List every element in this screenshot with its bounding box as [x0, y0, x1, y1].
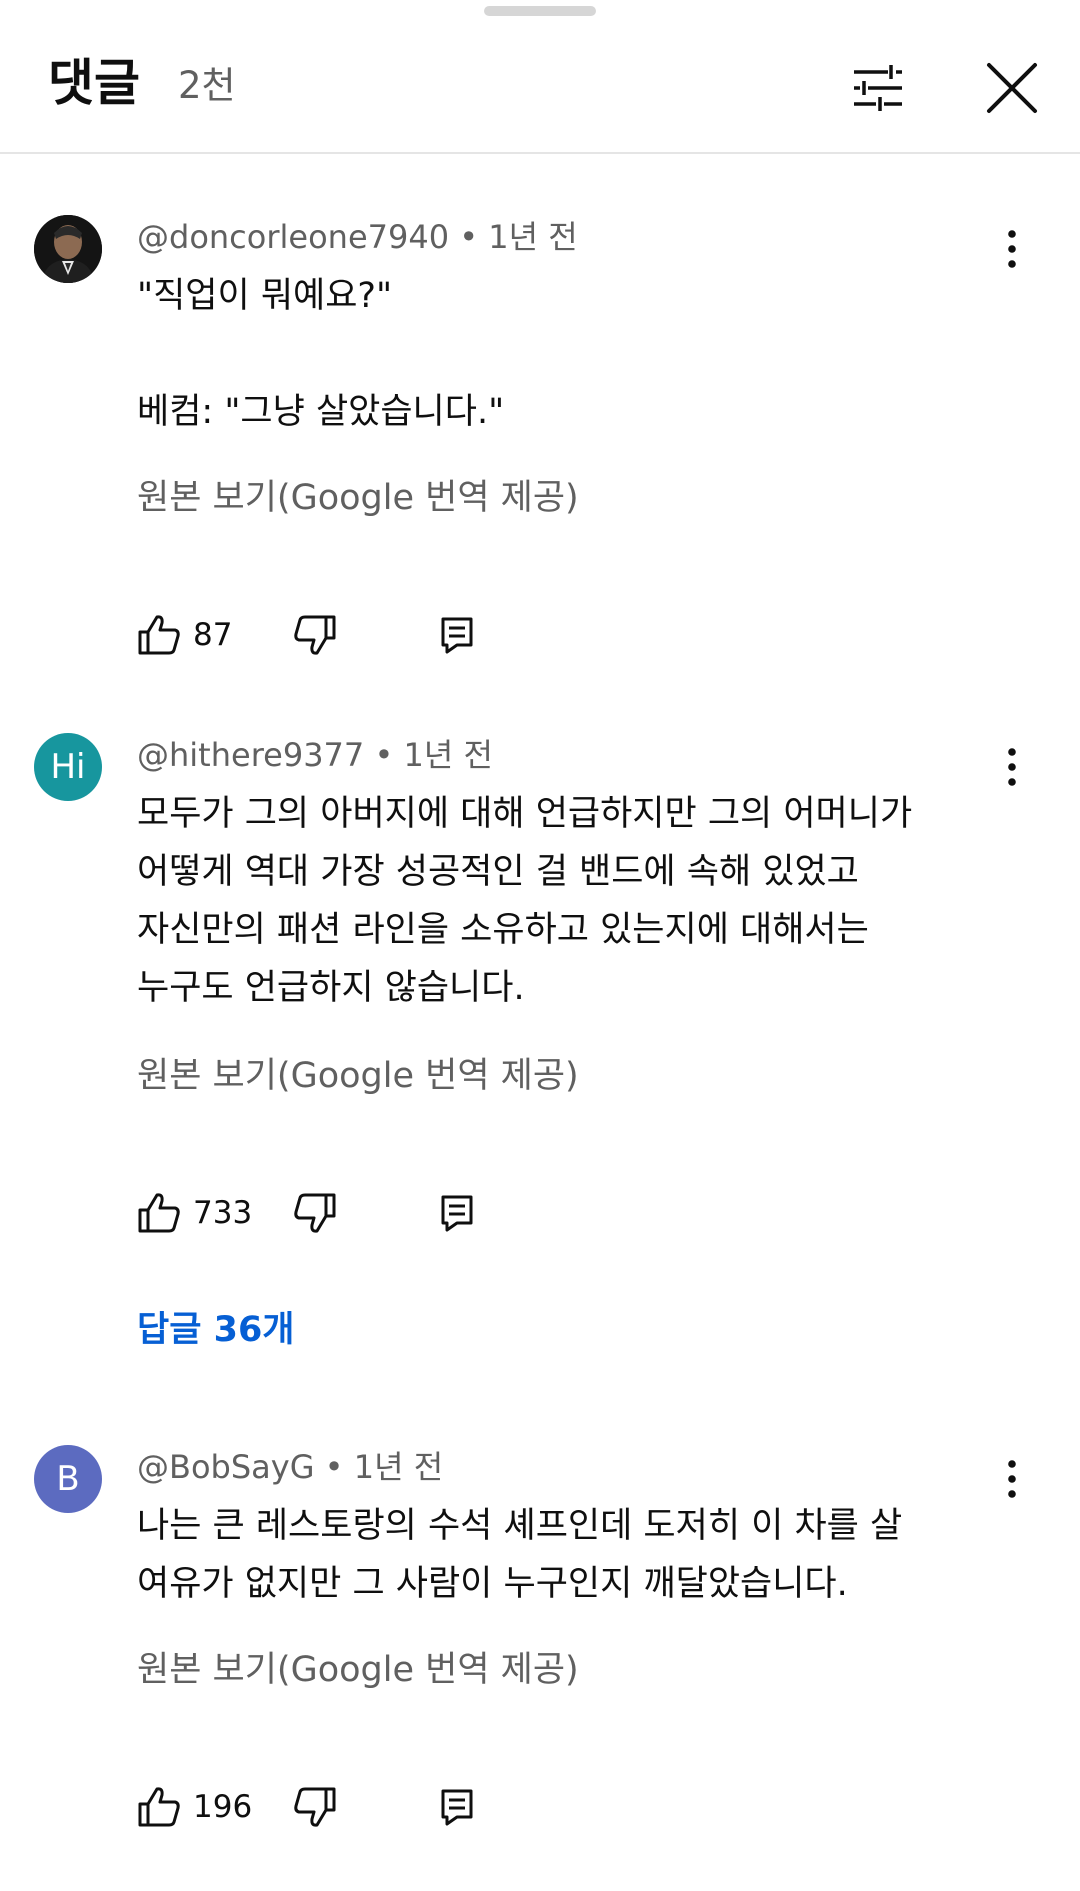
like-count: 733: [193, 1195, 253, 1231]
thumbs-up-icon: [138, 615, 180, 655]
close-button[interactable]: [974, 50, 1050, 126]
dislike-button[interactable]: [293, 607, 341, 663]
comment-actions: 196: [137, 1779, 537, 1835]
sliders-icon: [854, 65, 902, 111]
more-vert-icon: [1008, 230, 1016, 268]
reply-icon: [441, 617, 473, 654]
reply-icon: [441, 1195, 473, 1232]
reply-button[interactable]: [439, 1779, 487, 1835]
dislike-button[interactable]: [293, 1779, 341, 1835]
author-name[interactable]: @BobSayG: [137, 1448, 315, 1486]
show-original-link[interactable]: 원본 보기(Google 번역 제공): [137, 1645, 579, 1695]
close-icon: [987, 63, 1037, 113]
avatar-photo-icon: [34, 215, 102, 283]
comment-line: 베컴: "그냥 살았습니다.": [137, 392, 505, 432]
comment-meta: @hithere9377 • 1년 전: [137, 733, 493, 777]
show-original-link[interactable]: 원본 보기(Google 번역 제공): [137, 1051, 579, 1101]
comment-line: [137, 325, 977, 383]
filter-button[interactable]: [840, 50, 916, 126]
reply-button[interactable]: [439, 1185, 487, 1241]
thumbs-down-icon: [294, 1787, 336, 1827]
meta-separator: •: [324, 1448, 344, 1486]
comment-line: 여유가 없지만 그 사람이 누구인지 깨달았습니다.: [137, 1564, 848, 1604]
avatar[interactable]: B: [34, 1445, 102, 1513]
like-button[interactable]: 196: [137, 1779, 252, 1835]
avatar[interactable]: [34, 215, 102, 283]
avatar[interactable]: Hi: [34, 733, 102, 801]
like-button[interactable]: 87: [137, 607, 232, 663]
dislike-button[interactable]: [293, 1185, 341, 1241]
meta-separator: •: [459, 218, 479, 256]
comment-line: "직업이 뭐예요?": [137, 276, 393, 316]
show-original-link[interactable]: 원본 보기(Google 번역 제공): [137, 473, 579, 523]
avatar-letter: B: [56, 1459, 80, 1499]
author-name[interactable]: @doncorleone7940: [137, 218, 449, 256]
comments-header: 댓글 2천: [0, 24, 1080, 154]
meta-separator: •: [374, 736, 394, 774]
comment-time: 1년 전: [403, 736, 493, 774]
reply-button[interactable]: [439, 607, 487, 663]
thumbs-down-icon: [294, 615, 336, 655]
comment-actions: 87: [137, 607, 537, 663]
comments-title: 댓글: [48, 54, 140, 112]
like-count: 196: [193, 1789, 253, 1825]
comment-line: 나는 큰 레스토랑의 수석 셰프인데 도저히 이 차를 살: [137, 1506, 903, 1546]
more-vert-icon: [1008, 748, 1016, 786]
drag-handle[interactable]: [484, 6, 596, 16]
more-vert-icon: [1008, 1460, 1016, 1498]
like-button[interactable]: 733: [137, 1185, 252, 1241]
reply-icon: [441, 1789, 473, 1826]
comment-text: 모두가 그의 아버지에 대해 언급하지만 그의 어머니가 어떻게 역대 가장 성…: [137, 785, 977, 1017]
thumbs-up-icon: [138, 1193, 180, 1233]
more-options-button[interactable]: [990, 1451, 1034, 1507]
comment-line: 어떻게 역대 가장 성공적인 걸 밴드에 속해 있었고: [137, 852, 859, 892]
more-options-button[interactable]: [990, 739, 1034, 795]
thumbs-up-icon: [138, 1787, 180, 1827]
comment-time: 1년 전: [488, 218, 578, 256]
like-count: 87: [193, 617, 233, 653]
comment-time: 1년 전: [353, 1448, 444, 1486]
comment-text: 나는 큰 레스토랑의 수석 셰프인데 도저히 이 차를 살 여유가 없지만 그 …: [137, 1497, 977, 1613]
comments-count: 2천: [178, 64, 236, 107]
comment-actions: 733: [137, 1185, 537, 1241]
thumbs-down-icon: [294, 1193, 336, 1233]
author-name[interactable]: @hithere9377: [137, 736, 364, 774]
comment-line: 모두가 그의 아버지에 대해 언급하지만 그의 어머니가: [137, 794, 913, 834]
comment-line: 누구도 언급하지 않습니다.: [137, 968, 525, 1008]
more-options-button[interactable]: [990, 221, 1034, 277]
avatar-letter: Hi: [50, 747, 86, 787]
view-replies-link[interactable]: 답글 36개: [137, 1305, 295, 1355]
comment-meta: @doncorleone7940 • 1년 전: [137, 215, 578, 259]
comment-text: "직업이 뭐예요?" 베컴: "그냥 살았습니다.": [137, 267, 977, 441]
comment-meta: @BobSayG • 1년 전: [137, 1445, 443, 1489]
comment-line: 자신만의 패션 라인을 소유하고 있는지에 대해서는: [137, 910, 869, 950]
